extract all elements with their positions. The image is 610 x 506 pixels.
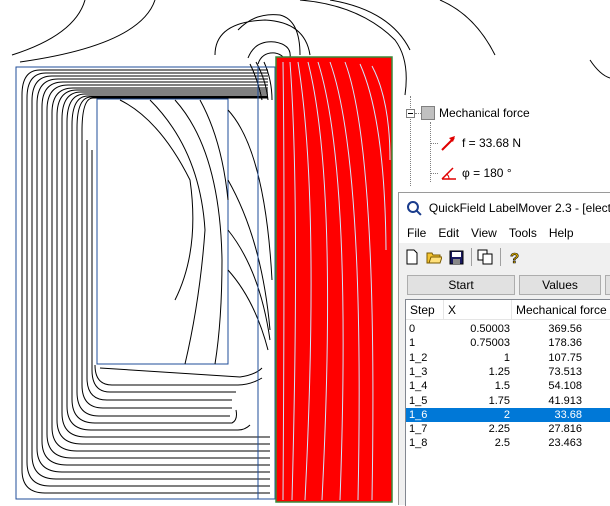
app-icon <box>407 201 422 216</box>
table-cell-step: 1_6 <box>409 408 428 421</box>
force-vector-icon <box>441 136 455 151</box>
menu-help[interactable]: Help <box>549 226 574 240</box>
table-cell-step: 1_3 <box>409 365 428 378</box>
save-button[interactable] <box>447 248 465 266</box>
labelmover-window: QuickField LabelMover 2.3 - [elect File … <box>398 192 610 506</box>
force-node-icon <box>421 106 435 120</box>
menu-tools[interactable]: Tools <box>509 226 537 240</box>
table-cell-x: 1.5 <box>494 380 510 393</box>
table-cell-x: 1.75 <box>488 394 510 407</box>
table-cell-step: 0 <box>409 323 416 335</box>
field-line <box>439 0 496 56</box>
menu-file[interactable]: File <box>407 226 426 240</box>
table-cell-x: 1.25 <box>488 365 510 378</box>
tree-item-force[interactable]: f = 33.68 N <box>440 134 521 152</box>
table-cell-x: 0.75003 <box>470 337 510 350</box>
new-button[interactable] <box>403 248 421 266</box>
new-icon <box>406 249 418 265</box>
field-line <box>214 19 311 56</box>
table-cell-step: 1 <box>409 337 416 350</box>
table-row[interactable]: 1_2 1 107.75 <box>406 351 610 365</box>
save-icon <box>449 250 463 264</box>
angle-icon <box>441 167 456 180</box>
results-table[interactable]: Step X Mechanical force 0 0.50003 369.56 1 0… <box>405 299 610 506</box>
window-title: QuickField LabelMover 2.3 - [elect <box>428 201 610 215</box>
coil-window <box>96 98 229 365</box>
help-icon: ? <box>510 250 520 265</box>
tree-item-angle[interactable]: φ = 180 ° <box>440 164 512 182</box>
table-cell-x: 2.5 <box>494 437 510 450</box>
table-cell-step: 1_4 <box>409 380 428 393</box>
table-row[interactable]: 1 0.75003 178.36 <box>406 336 610 350</box>
table-cell-force: 107.75 <box>548 351 582 364</box>
table-row[interactable]: 1_4 1.5 54.108 <box>406 379 610 393</box>
title-bar[interactable]: QuickField LabelMover 2.3 - [elect <box>399 193 610 223</box>
menu-bar: File Edit View Tools Help <box>399 223 610 243</box>
table-row[interactable]: 0 0.50003 369.56 <box>406 322 610 336</box>
table-row[interactable]: 1_6 2 33.68 <box>406 407 610 422</box>
results-tree: Mechanical force f = 33.68 N φ = 180 ° <box>404 96 610 190</box>
table-cell-x: 2 <box>503 408 510 421</box>
copy-button[interactable] <box>476 248 494 266</box>
field-line <box>589 59 610 79</box>
collapse-icon[interactable] <box>406 108 415 118</box>
table-cell-force: 73.513 <box>548 365 582 378</box>
table-cell-x: 2.25 <box>488 423 510 436</box>
tree-node-label: Mechanical force <box>439 106 530 120</box>
start-button[interactable]: Start <box>407 275 515 295</box>
table-cell-force: 33.68 <box>554 408 582 421</box>
table-cell-force: 54.108 <box>548 380 582 393</box>
column-header-x[interactable]: X <box>444 300 512 320</box>
menu-view[interactable]: View <box>471 226 497 240</box>
table-header: Step X Mechanical force <box>406 300 610 320</box>
table-cell-step: 1_8 <box>409 437 428 450</box>
table-cell-force: 23.463 <box>548 437 582 450</box>
values-button[interactable]: Values <box>519 275 601 295</box>
table-cell-x: 1 <box>503 351 510 364</box>
svg-text:?: ? <box>510 250 519 265</box>
table-row[interactable]: 1_3 1.25 73.513 <box>406 365 610 379</box>
table-cell-force: 27.816 <box>548 423 582 436</box>
menu-edit[interactable]: Edit <box>438 226 459 240</box>
force-value: f = 33.68 N <box>462 136 522 150</box>
open-icon <box>426 252 442 264</box>
field-line <box>247 41 291 59</box>
table-cell-step: 1_2 <box>409 351 428 364</box>
table-row[interactable]: 1_7 2.25 27.816 <box>406 422 610 436</box>
toolbar: ? <box>399 245 610 269</box>
open-button[interactable] <box>425 248 443 266</box>
help-button[interactable]: ? <box>505 248 523 266</box>
table-cell-force: 369.56 <box>548 323 582 335</box>
field-line <box>11 0 86 56</box>
column-header-force[interactable]: Mechanical force <box>512 300 610 320</box>
copy-icon <box>477 249 493 265</box>
table-cell-step: 1_7 <box>409 423 428 436</box>
table-cell-force: 178.36 <box>548 337 582 350</box>
gap-outline <box>257 66 276 500</box>
table-cell-force: 41.913 <box>548 394 582 407</box>
field-line <box>19 0 156 63</box>
table-cell-x: 0.50003 <box>470 323 510 335</box>
tree-node-mechanical-force[interactable]: Mechanical force <box>406 106 530 120</box>
table-row[interactable]: 1_5 1.75 41.913 <box>406 394 610 408</box>
column-header-step[interactable]: Step <box>406 300 444 320</box>
field-line <box>329 0 411 51</box>
table-cell-step: 1_5 <box>409 394 428 407</box>
table-row[interactable]: 1_8 2.5 23.463 <box>406 436 610 450</box>
angle-value: φ = 180 ° <box>462 166 512 180</box>
extra-button[interactable] <box>605 275 610 295</box>
